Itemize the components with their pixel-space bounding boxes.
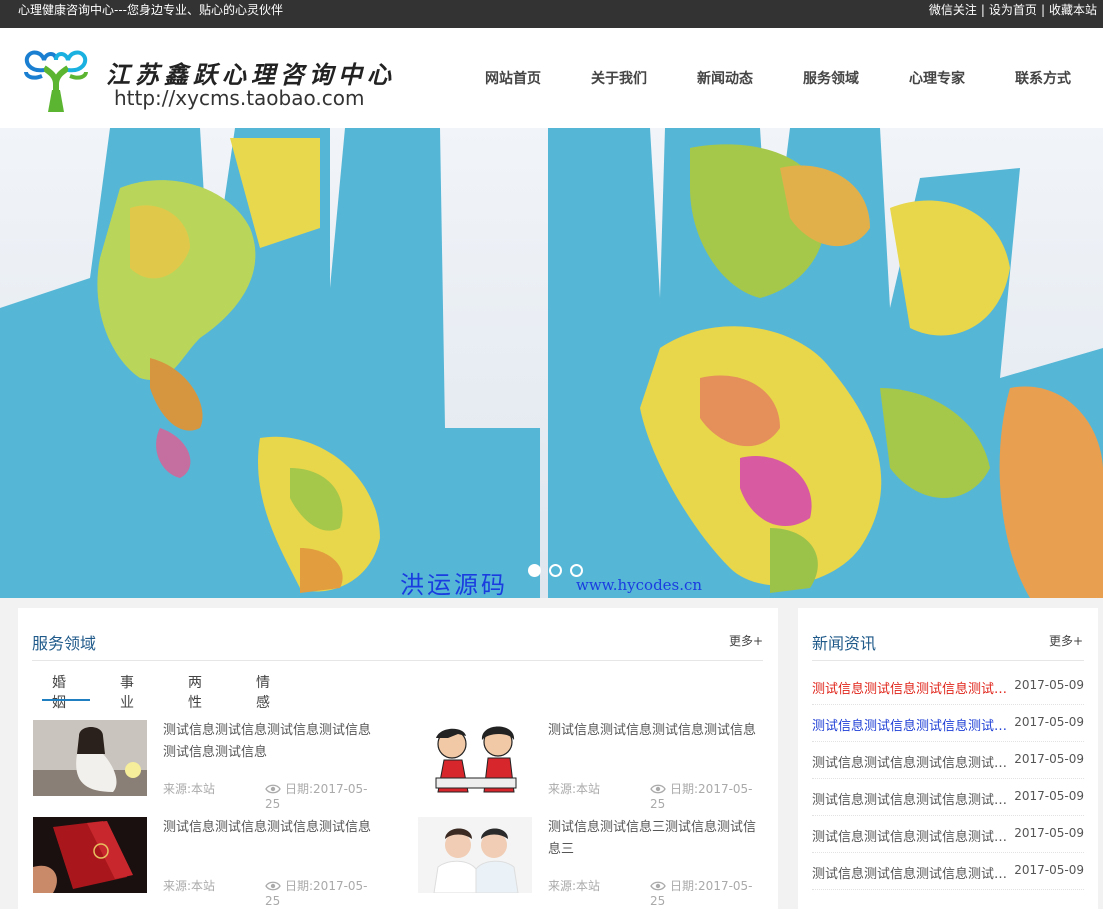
service-item-title[interactable]: 测试信息测试信息测试信息测试信息 [163,817,378,839]
slide-dot-2[interactable] [549,564,562,577]
news-item-title[interactable]: 测试信息测试信息测试信息测试信息测试信息 [812,826,1008,845]
service-item-date: 日期:2017-05-25 [265,877,378,908]
services-title: 服务领域 [32,634,97,653]
set-homepage-link[interactable]: 设为首页 [989,3,1037,17]
nav-contact[interactable]: 联系方式 [1015,68,1071,88]
news-item[interactable]: 测试信息测试信息测试信息测试信息测试信息 2017-05-09 [812,705,1084,742]
service-item-date: 日期:2017-05-25 [650,780,763,811]
watermark-title: 洪运源码 [400,571,508,598]
site-header: 江苏鑫跃心理咨询中心 http://xycms.taobao.com 网站首页 … [0,28,1103,128]
tab-marriage[interactable]: 婚姻 [52,672,66,712]
service-item-source: 来源:本站 [548,879,601,893]
eye-icon [265,881,281,891]
tab-sex[interactable]: 两性 [188,672,202,712]
separator: | [980,3,985,17]
news-list: 测试信息测试信息测试信息测试信息测试信息 2017-05-09 测试信息测试信息… [812,668,1084,890]
service-item-title[interactable]: 测试信息测试信息三测试信息测试信息三 [548,817,763,861]
top-bar: 心理健康咨询中心---您身边专业、贴心的心灵伙伴 微信关注 | 设为首页 | 收藏本站 [0,0,1103,28]
watermark-url: www.hycodes.cn [576,576,703,594]
news-more-link[interactable]: 更多+ [1049,632,1083,649]
wechat-follow-link[interactable]: 微信关注 [929,3,977,17]
cartoon-couple-thumbnail[interactable] [418,720,532,796]
tab-emotion[interactable]: 情感 [256,672,270,712]
news-item-date: 2017-05-09 [1014,863,1084,877]
woman-photo-thumbnail[interactable] [33,720,147,796]
nav-experts[interactable]: 心理专家 [909,68,965,88]
services-panel: 服务领域 更多+ 婚姻 事业 两性 情感 测试信息测试信息测试信息测试信息测试信… [18,608,778,909]
news-item-date: 2017-05-09 [1014,752,1084,766]
news-item-title[interactable]: 测试信息测试信息测试信息测试信息测试信息 [812,789,1008,808]
slide-dot-3[interactable] [570,564,583,577]
hero-banner[interactable]: 洪运源码 www.hycodes.cn [0,128,1103,598]
world-map-hands-image [0,128,1103,598]
nav-news[interactable]: 新闻动态 [697,68,753,88]
news-panel: 新闻资讯 更多+ 测试信息测试信息测试信息测试信息测试信息 2017-05-09… [798,608,1098,909]
service-item-title[interactable]: 测试信息测试信息测试信息测试信息 [548,720,763,742]
service-item[interactable]: 测试信息测试信息测试信息测试信息测试信息测试信息 来源:本站 日期:2017-0… [33,720,378,811]
service-item-date: 日期:2017-05-25 [650,877,763,908]
news-item[interactable]: 测试信息测试信息测试信息测试信息测试信息 2017-05-09 [812,779,1084,816]
news-item-date: 2017-05-09 [1014,678,1084,692]
eye-icon [650,881,666,891]
service-item[interactable]: 测试信息测试信息三测试信息测试信息三 来源:本站 日期:2017-05-25 [418,817,763,908]
tree-logo-icon[interactable] [22,50,90,112]
news-item-date: 2017-05-09 [1014,826,1084,840]
news-item-title[interactable]: 测试信息测试信息测试信息测试信息测试信息 [812,752,1008,771]
nav-home[interactable]: 网站首页 [485,68,541,88]
bookmark-link[interactable]: 收藏本站 [1049,3,1097,17]
divider [32,660,763,661]
marriage-certificate-thumbnail[interactable] [33,817,147,893]
news-item-title[interactable]: 测试信息测试信息测试信息测试信息测试信息 [812,715,1008,734]
logo-name: 江苏鑫跃心理咨询中心 [106,60,396,89]
news-item-date: 2017-05-09 [1014,715,1084,729]
news-item-date: 2017-05-09 [1014,789,1084,803]
service-item-source: 来源:本站 [163,782,216,796]
news-item[interactable]: 测试信息测试信息测试信息测试信息测试信息 2017-05-09 [812,816,1084,853]
tab-career[interactable]: 事业 [120,672,134,712]
eye-icon [650,784,666,794]
news-item[interactable]: 测试信息测试信息测试信息测试信息测试信息 2017-05-09 [812,853,1084,890]
eye-icon [265,784,281,794]
news-title: 新闻资讯 [812,634,877,653]
service-item-title[interactable]: 测试信息测试信息测试信息测试信息测试信息测试信息 [163,720,378,764]
service-item-source: 来源:本站 [163,879,216,893]
site-slogan: 心理健康咨询中心---您身边专业、贴心的心灵伙伴 [18,3,283,17]
nav-services[interactable]: 服务领域 [803,68,859,88]
nav-about[interactable]: 关于我们 [591,68,647,88]
divider [812,660,1084,661]
service-item-date: 日期:2017-05-25 [265,780,378,811]
news-item-title[interactable]: 测试信息测试信息测试信息测试信息测试信息 [812,863,1008,882]
news-item[interactable]: 测试信息测试信息测试信息测试信息测试信息 2017-05-09 [812,668,1084,705]
service-item[interactable]: 测试信息测试信息测试信息测试信息 来源:本站 日期:2017-05-25 [418,720,763,811]
separator: | [1040,3,1045,17]
service-item-source: 来源:本站 [548,782,601,796]
logo-url: http://xycms.taobao.com [114,86,365,110]
news-item[interactable]: 测试信息测试信息测试信息测试信息测试信息 2017-05-09 [812,742,1084,779]
service-item[interactable]: 测试信息测试信息测试信息测试信息 来源:本站 日期:2017-05-25 [33,817,378,908]
top-links: 微信关注 | 设为首页 | 收藏本站 [929,0,1097,21]
news-item-title[interactable]: 测试信息测试信息测试信息测试信息测试信息 [812,678,1008,697]
services-more-link[interactable]: 更多+ [729,632,763,649]
active-tab-underline [42,699,90,701]
couple-photo-thumbnail[interactable] [418,817,532,893]
slide-dot-1[interactable] [528,564,541,577]
